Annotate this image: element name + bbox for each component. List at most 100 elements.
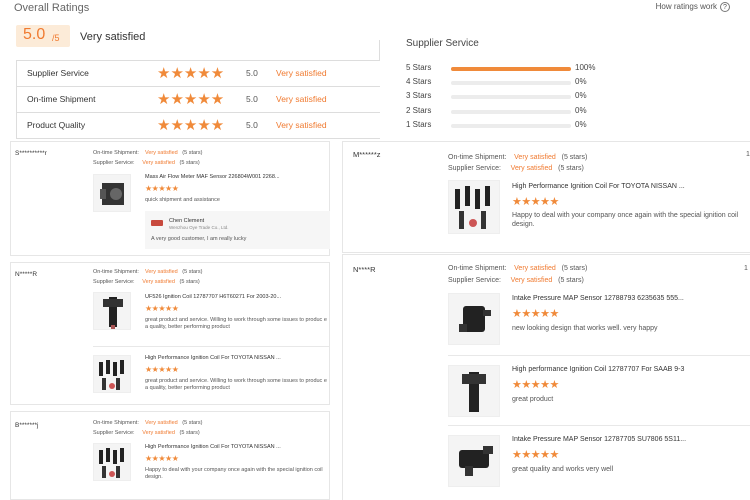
breakdown-row-5: 5 Stars 100% xyxy=(406,63,706,75)
meta-stars: (5 stars) xyxy=(182,150,203,156)
product-name[interactable]: High Performance Ignition Coil For TOYOT… xyxy=(145,355,281,361)
meta-value: Very satisfied xyxy=(514,154,556,161)
product-name[interactable]: UF526 Ignition Coil 12787707 H6T60271 Fo… xyxy=(145,294,281,300)
reply-company: Wenzhou Oye Trade Co., Ltd. xyxy=(169,225,229,230)
review-service-rating: Supplier Service: Very satisfied (5 star… xyxy=(93,279,200,285)
meta-value: Very satisfied xyxy=(510,165,553,172)
star-rating-icon: ★★★★★ xyxy=(157,91,225,108)
overall-score-denominator: /5 xyxy=(52,33,60,43)
breakdown-label: 5 Stars xyxy=(406,63,432,72)
breakdown-row-1: 1 Stars 0% xyxy=(406,120,706,132)
divider xyxy=(448,355,750,356)
review-comment: Happy to deal with your company once aga… xyxy=(512,212,739,228)
meta-stars: (5 stars) xyxy=(179,430,200,436)
summary-row-on-time-shipment: On-time Shipment ★★★★★ 5.0 Very satisfie… xyxy=(16,87,380,113)
breakdown-percent: 0% xyxy=(575,120,587,129)
review-corner-value: 1 xyxy=(744,265,748,272)
meta-stars: (5 stars) xyxy=(558,277,584,284)
meta-label: Supplier Service: xyxy=(448,165,501,172)
ignition-coil-set-icon xyxy=(455,186,490,229)
meta-label: Supplier Service: xyxy=(93,279,135,285)
product-thumbnail[interactable] xyxy=(448,293,500,345)
summary-label: Supplier Service xyxy=(27,68,89,78)
review-service-rating: Supplier Service: Very satisfied (5 star… xyxy=(448,277,584,284)
review-card: M******z 1 On-time Shipment: Very satisf… xyxy=(342,141,750,253)
map-sensor-icon xyxy=(459,446,493,476)
summary-row-product-quality: Product Quality ★★★★★ 5.0 Very satisfied xyxy=(16,113,380,139)
product-name[interactable]: High Performance Ignition Coil For TOYOT… xyxy=(145,444,281,450)
review-corner-value: 1 xyxy=(746,151,750,158)
product-name[interactable]: Mass Air Flow Meter MAF Sensor 226804W00… xyxy=(145,174,280,180)
product-thumbnail[interactable] xyxy=(93,174,131,212)
review-card: N*****R On-time Shipment: Very satisfied… xyxy=(10,262,330,405)
supplier-reply: Chen Clement Wenzhou Oye Trade Co., Ltd.… xyxy=(145,211,330,249)
product-star-rating: ★★★★★ xyxy=(145,184,179,193)
product-name[interactable]: High performance Ignition Coil 12787707 … xyxy=(512,366,684,373)
breakdown-bar-fill xyxy=(451,67,571,71)
product-thumbnail[interactable] xyxy=(448,435,500,487)
review-shipment-rating: On-time Shipment: Very satisfied (5 star… xyxy=(448,154,587,161)
meta-value: Very satisfied xyxy=(510,277,553,284)
meta-value: Very satisfied xyxy=(144,420,178,426)
review-service-rating: Supplier Service: Very satisfied (5 star… xyxy=(448,165,584,172)
summary-label: On-time Shipment xyxy=(27,94,96,104)
divider xyxy=(379,40,380,60)
breakdown-percent: 0% xyxy=(575,106,587,115)
product-name[interactable]: Intake Pressure MAP Sensor 12788793 6235… xyxy=(512,295,684,302)
breakdown-row-2: 2 Stars 0% xyxy=(406,106,706,118)
ignition-coil-icon xyxy=(462,372,486,412)
review-service-rating: Supplier Service: Very satisfied (5 star… xyxy=(93,160,200,166)
breakdown-bar xyxy=(451,81,571,85)
meta-label: On-time Shipment: xyxy=(448,154,507,161)
meta-stars: (5 stars) xyxy=(179,279,200,285)
summary-row-supplier-service: Supplier Service ★★★★★ 5.0 Very satisfie… xyxy=(16,61,380,87)
review-shipment-rating: On-time Shipment: Very satisfied (5 star… xyxy=(93,150,202,156)
product-name[interactable]: Intake Pressure MAP Sensor 12787705 SU78… xyxy=(512,436,686,443)
meta-label: Supplier Service: xyxy=(93,430,135,436)
meta-value: Very satisfied xyxy=(142,279,175,285)
breakdown-bar xyxy=(451,124,571,128)
reviewer-name: B*******j xyxy=(15,422,39,429)
summary-score: 5.0 xyxy=(246,94,258,104)
product-thumbnail[interactable] xyxy=(93,292,131,330)
reviewer-name: M******z xyxy=(353,150,381,159)
meta-value: Very satisfied xyxy=(144,150,178,156)
meta-stars: (5 stars) xyxy=(182,420,203,426)
product-name[interactable]: High Performance Ignition Coil For TOYOT… xyxy=(512,183,685,190)
meta-label: Supplier Service: xyxy=(448,277,501,284)
breakdown-row-3: 3 Stars 0% xyxy=(406,91,706,103)
review-shipment-rating: On-time Shipment: Very satisfied (5 star… xyxy=(448,265,587,272)
star-rating-icon: ★★★★★ xyxy=(157,117,225,134)
breakdown-bar xyxy=(451,110,571,114)
how-ratings-work-link[interactable]: How ratings work? xyxy=(656,2,730,12)
ignition-coil-icon xyxy=(103,297,123,329)
meta-label: On-time Shipment: xyxy=(93,420,139,426)
product-star-rating: ★★★★★ xyxy=(512,196,559,208)
product-thumbnail[interactable] xyxy=(448,365,500,417)
product-star-rating: ★★★★★ xyxy=(512,308,559,320)
summary-status: Very satisfied xyxy=(276,120,327,130)
review-comment: great product xyxy=(512,396,554,403)
summary-status: Very satisfied xyxy=(276,68,327,78)
breakdown-label: 2 Stars xyxy=(406,106,432,115)
review-comment: great product and service. Willing to wo… xyxy=(145,317,327,330)
reviewer-name: N*****R xyxy=(15,271,38,278)
meta-stars: (5 stars) xyxy=(179,160,200,166)
review-comment: great product and service. Willing to wo… xyxy=(145,378,327,391)
breakdown-row-4: 4 Stars 0% xyxy=(406,77,706,89)
review-comment: Happy to deal with your company once aga… xyxy=(145,467,323,480)
review-comment: quick shipment and assistance xyxy=(145,197,220,203)
product-thumbnail[interactable] xyxy=(93,355,131,393)
divider xyxy=(448,425,750,426)
summary-label: Product Quality xyxy=(27,120,86,130)
product-star-rating: ★★★★★ xyxy=(145,365,179,374)
breakdown-label: 1 Stars xyxy=(406,120,432,129)
overall-score-badge: 5.0 /5 xyxy=(16,25,70,47)
review-comment: great quality and works very well xyxy=(512,466,614,473)
rating-summary: Supplier Service ★★★★★ 5.0 Very satisfie… xyxy=(16,60,380,139)
product-thumbnail[interactable] xyxy=(448,180,500,234)
overall-score: 5.0 xyxy=(23,26,46,43)
reply-message: A very good customer, I am really lucky xyxy=(151,236,247,242)
breakdown-bar xyxy=(451,67,571,71)
product-thumbnail[interactable] xyxy=(93,443,131,481)
